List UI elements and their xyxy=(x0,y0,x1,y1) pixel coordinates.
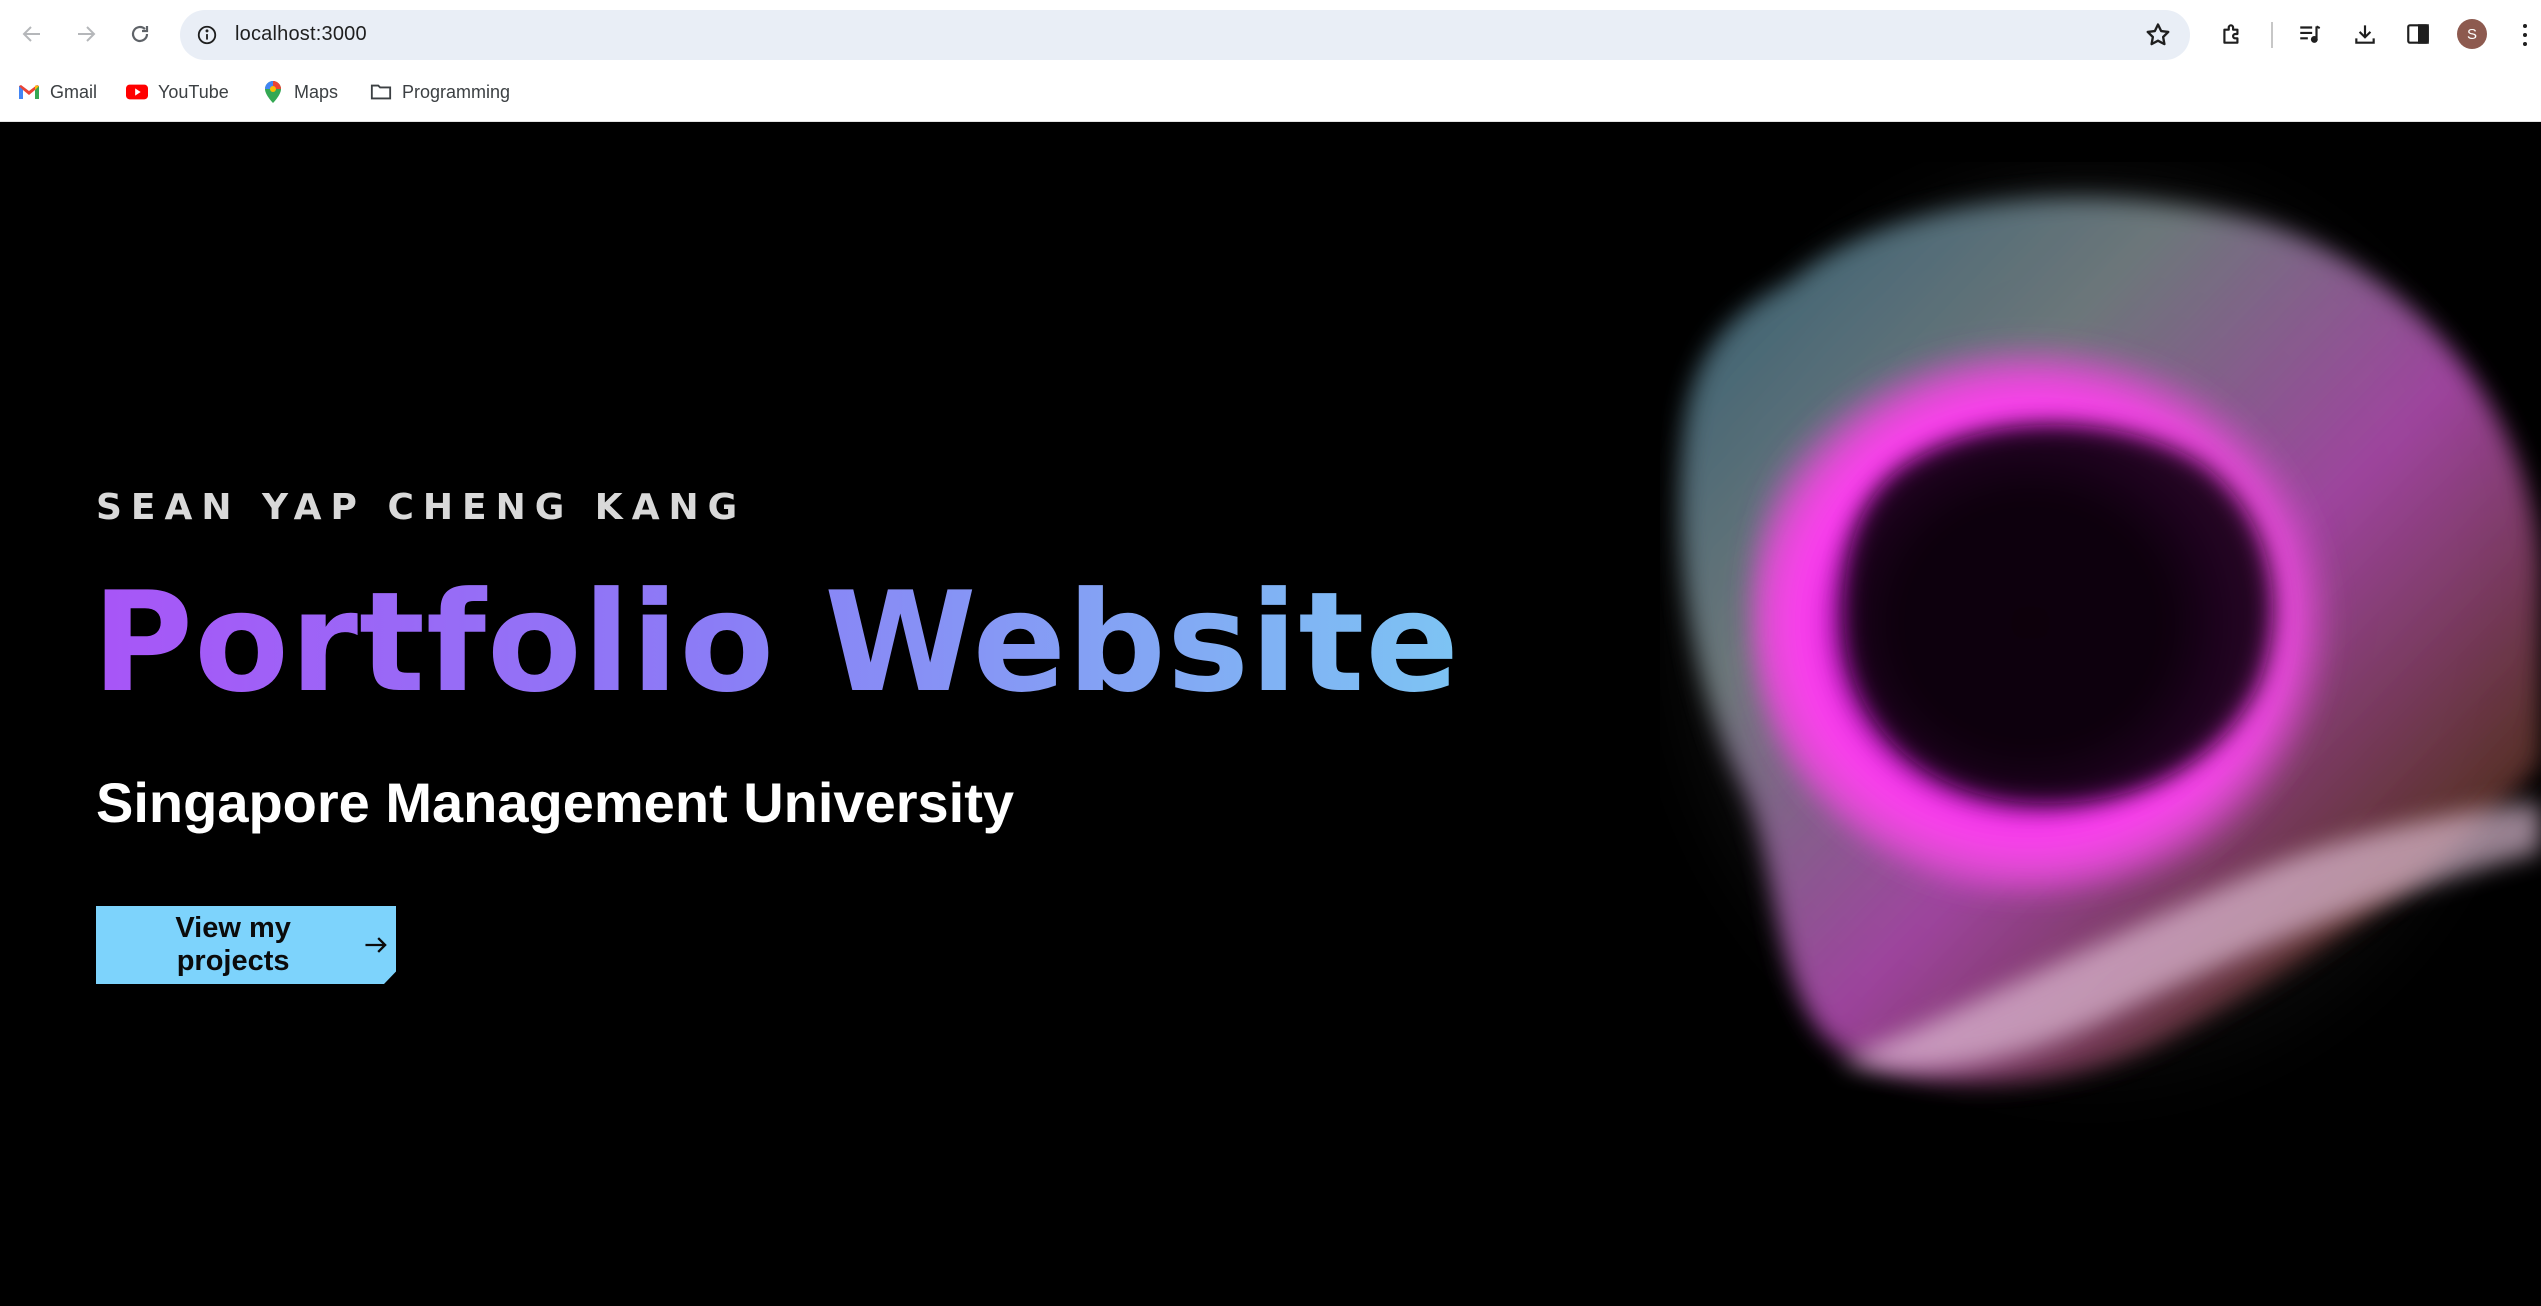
owner-name: SEAN YAP CHENG KANG xyxy=(96,487,747,528)
arrow-right-icon xyxy=(78,26,96,42)
site-info-icon[interactable] xyxy=(192,20,222,50)
browser-chrome: localhost:3000 S Gmail YouTube Maps Prog… xyxy=(0,0,2541,122)
bookmark-programming-folder[interactable]: Programming xyxy=(370,78,510,106)
arrow-left-icon xyxy=(22,26,40,42)
hero-section: SEAN YAP CHENG KANG Portfolio Website Si… xyxy=(0,122,2541,1306)
university-subtitle: Singapore Management University xyxy=(96,771,1015,834)
download-icon[interactable] xyxy=(2345,14,2385,54)
media-control-icon[interactable] xyxy=(2290,14,2330,54)
url-text[interactable]: localhost:3000 xyxy=(235,23,367,46)
page-title: Portfolio Website xyxy=(92,560,1460,726)
view-projects-label: View my projects xyxy=(175,912,291,977)
avatar-initial: S xyxy=(2466,25,2477,43)
bookmark-label: YouTube xyxy=(158,81,229,102)
folder-icon xyxy=(370,81,392,103)
youtube-icon xyxy=(126,81,148,103)
address-bar[interactable]: localhost:3000 xyxy=(180,10,2190,60)
profile-avatar[interactable]: S xyxy=(2457,19,2487,49)
maps-icon xyxy=(262,81,284,103)
bookmark-gmail[interactable]: Gmail xyxy=(18,78,97,106)
side-panel-icon[interactable] xyxy=(2398,14,2438,54)
arrow-right-icon xyxy=(365,937,388,953)
forward-button[interactable] xyxy=(64,12,108,56)
bookmark-maps[interactable]: Maps xyxy=(262,78,338,106)
bookmark-label: Maps xyxy=(294,81,339,102)
browser-menu-icon[interactable] xyxy=(2515,18,2535,52)
back-button[interactable] xyxy=(10,12,54,56)
toolbar-divider xyxy=(2271,22,2273,48)
view-projects-button[interactable]: View my projects xyxy=(96,906,396,984)
browser-toolbar: localhost:3000 S xyxy=(0,0,2541,70)
reload-icon xyxy=(131,25,149,43)
reload-button[interactable] xyxy=(118,12,162,56)
bookmark-youtube[interactable]: YouTube xyxy=(126,78,229,106)
gradient-blob-graphic xyxy=(1670,172,2541,1092)
gmail-icon xyxy=(18,81,40,103)
bookmark-label: Programming xyxy=(402,81,511,102)
bookmark-label: Gmail xyxy=(50,81,98,102)
extensions-icon[interactable] xyxy=(2212,14,2252,54)
bookmarks-bar: Gmail YouTube Maps Programming xyxy=(0,72,2541,112)
bookmark-star-icon[interactable] xyxy=(2144,21,2172,49)
